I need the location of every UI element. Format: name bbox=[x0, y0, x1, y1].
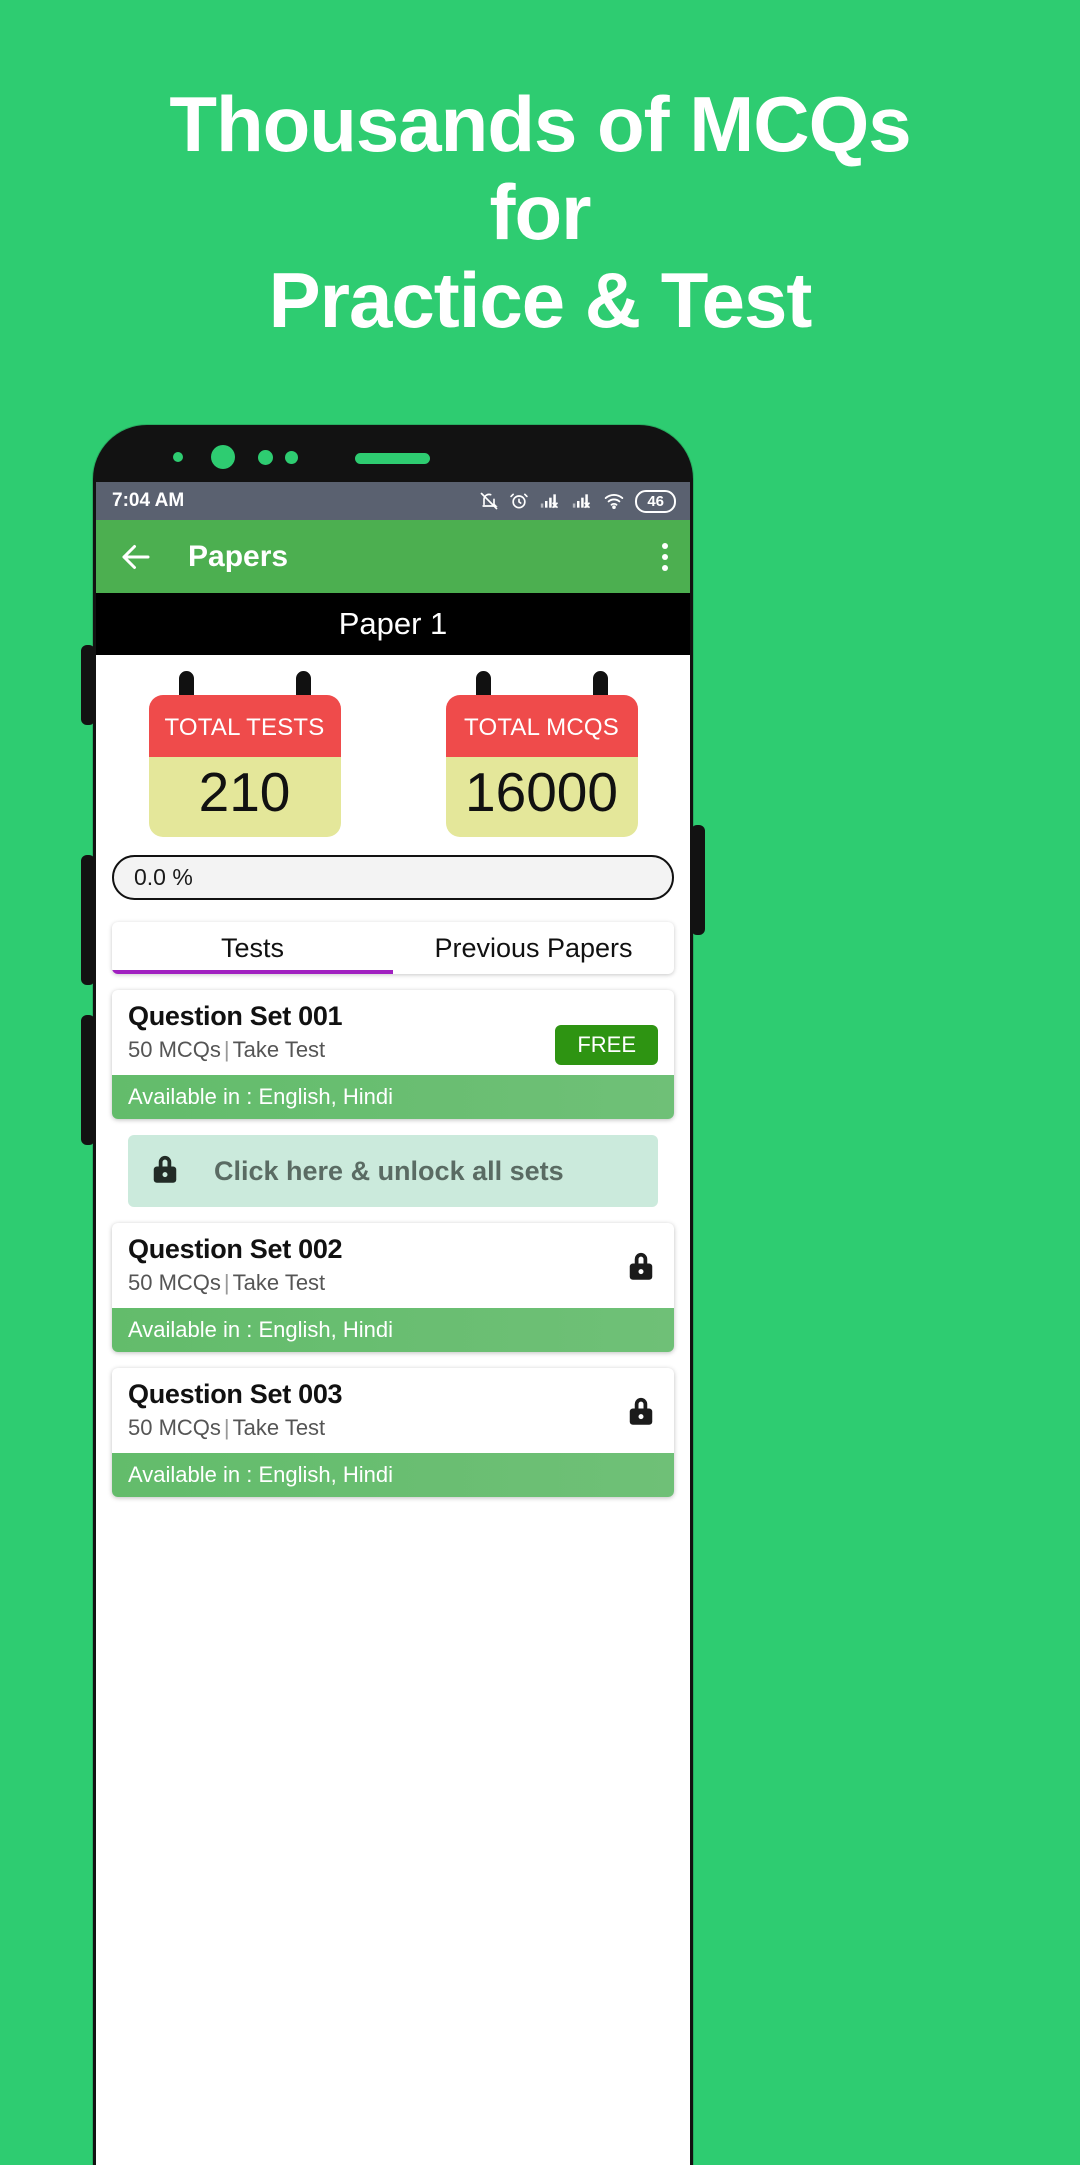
available-languages: Available in : English, Hindi bbox=[112, 1075, 674, 1119]
question-set-header: Question Set 003 50 MCQs | Take Test bbox=[112, 1368, 674, 1453]
hero-line-2: for bbox=[489, 168, 592, 256]
paper-title-strip: Paper 1 bbox=[96, 593, 690, 655]
paper-title: Paper 1 bbox=[338, 606, 448, 641]
take-test-label[interactable]: Take Test bbox=[233, 1270, 326, 1295]
phone-screen: 7:04 AM 46 Papers Paper 1 TOTAL TESTS 21… bbox=[96, 482, 690, 2165]
phone-mockup: 7:04 AM 46 Papers Paper 1 TOTAL TESTS 21… bbox=[81, 425, 705, 2165]
wifi-icon bbox=[603, 491, 625, 511]
status-bar: 7:04 AM 46 bbox=[96, 482, 690, 520]
sensor-dot-icon bbox=[258, 450, 273, 465]
tab-label: Tests bbox=[220, 932, 285, 963]
mcq-count: 50 MCQs bbox=[128, 1270, 221, 1295]
question-set-list: Question Set 001 50 MCQs | Take Test FREE … bbox=[96, 990, 690, 1497]
tab-bar: Tests Previous Papers bbox=[112, 922, 674, 974]
signal-2-icon bbox=[571, 491, 593, 511]
app-bar: Papers bbox=[96, 520, 690, 593]
phone-button-volume-down bbox=[81, 855, 95, 985]
phone-button-power bbox=[691, 825, 705, 935]
tab-label: Previous Papers bbox=[434, 932, 633, 963]
status-time: 7:04 AM bbox=[112, 490, 185, 511]
arrow-left-icon[interactable] bbox=[118, 539, 154, 575]
kebab-menu-icon[interactable] bbox=[662, 542, 668, 571]
free-badge[interactable]: FREE bbox=[555, 1025, 658, 1065]
alarm-icon bbox=[509, 491, 529, 511]
hero-line-1: Thousands of MCQs bbox=[169, 80, 911, 168]
stats-row: TOTAL TESTS 210 TOTAL MCQS 16000 bbox=[96, 655, 690, 847]
tab-tests[interactable]: Tests bbox=[112, 922, 393, 974]
stat-card-total-tests: TOTAL TESTS 210 bbox=[148, 671, 341, 837]
question-set-meta: 50 MCQs | Take Test bbox=[128, 1415, 658, 1441]
take-test-label[interactable]: Take Test bbox=[233, 1037, 326, 1062]
question-set-header: Question Set 001 50 MCQs | Take Test FREE bbox=[112, 990, 674, 1075]
mcq-count: 50 MCQs bbox=[128, 1415, 221, 1440]
question-set-header: Question Set 002 50 MCQs | Take Test bbox=[112, 1223, 674, 1308]
question-set-title: Question Set 002 bbox=[128, 1234, 343, 1264]
question-set-meta: 50 MCQs | Take Test bbox=[128, 1270, 658, 1296]
stat-label: TOTAL TESTS bbox=[148, 695, 341, 757]
meta-separator: | bbox=[223, 1415, 230, 1440]
question-set-title: Question Set 003 bbox=[128, 1379, 343, 1409]
stat-card-total-mcqs: TOTAL MCQS 16000 bbox=[445, 671, 638, 837]
app-bar-title: Papers bbox=[188, 539, 289, 573]
hero-line-3: Practice & Test bbox=[268, 256, 813, 344]
mcq-count: 50 MCQs bbox=[128, 1037, 221, 1062]
status-icons: 46 bbox=[479, 489, 676, 513]
stat-value: 210 bbox=[148, 757, 341, 837]
available-languages: Available in : English, Hindi bbox=[112, 1308, 674, 1352]
phone-button-extra bbox=[81, 1015, 95, 1145]
battery-indicator: 46 bbox=[635, 489, 676, 513]
sensor-dot-icon bbox=[285, 451, 298, 464]
phone-top-bezel bbox=[93, 425, 693, 485]
hero-headline: Thousands of MCQs for Practice & Test bbox=[0, 80, 1080, 344]
earpiece-speaker-icon bbox=[355, 453, 430, 464]
question-set-card[interactable]: Question Set 003 50 MCQs | Take Test Avail… bbox=[112, 1368, 674, 1497]
tab-previous-papers[interactable]: Previous Papers bbox=[393, 922, 674, 974]
stat-value: 16000 bbox=[445, 757, 638, 837]
take-test-label[interactable]: Take Test bbox=[233, 1415, 326, 1440]
lock-icon bbox=[150, 1152, 180, 1191]
unlock-banner-label: Click here & unlock all sets bbox=[214, 1155, 564, 1186]
question-set-card[interactable]: Question Set 002 50 MCQs | Take Test Avail… bbox=[112, 1223, 674, 1352]
front-camera-icon bbox=[211, 445, 235, 469]
available-languages: Available in : English, Hindi bbox=[112, 1453, 674, 1497]
progress-bar: 0.0 % bbox=[112, 855, 674, 900]
meta-separator: | bbox=[223, 1037, 230, 1062]
stat-label: TOTAL MCQS bbox=[445, 695, 638, 757]
lock-icon[interactable] bbox=[626, 1249, 656, 1288]
question-set-card[interactable]: Question Set 001 50 MCQs | Take Test FREE … bbox=[112, 990, 674, 1119]
unlock-all-sets-banner[interactable]: Click here & unlock all sets bbox=[128, 1135, 658, 1207]
phone-button-volume-up bbox=[81, 645, 95, 725]
progress-value: 0.0 % bbox=[134, 864, 193, 890]
signal-1-icon bbox=[539, 491, 561, 511]
bell-off-icon bbox=[479, 491, 499, 511]
meta-separator: | bbox=[223, 1270, 230, 1295]
sensor-dot-icon bbox=[173, 452, 183, 462]
lock-icon[interactable] bbox=[626, 1394, 656, 1433]
